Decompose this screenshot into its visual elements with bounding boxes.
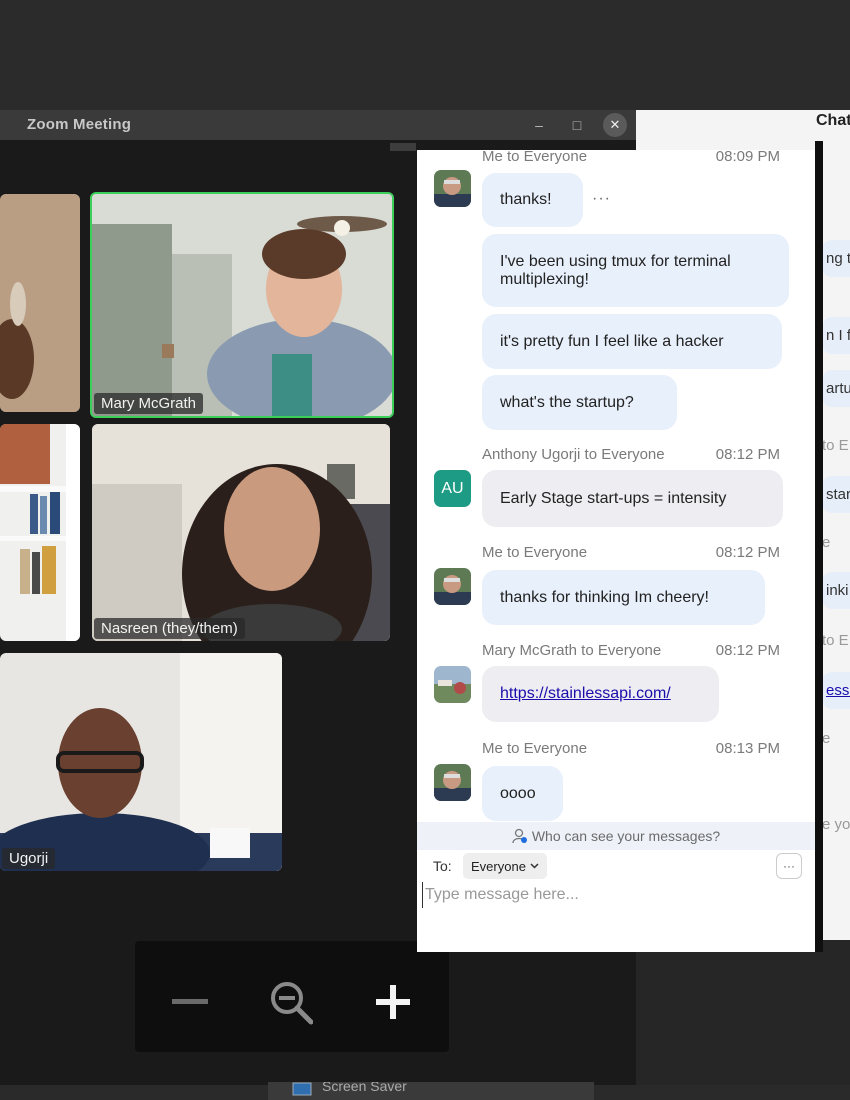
desktop-background — [0, 0, 850, 110]
person-visibility-icon — [512, 828, 527, 844]
window-title: Zoom Meeting — [27, 116, 132, 133]
message-time: 08:12 PM — [715, 446, 780, 463]
video-feed — [92, 424, 390, 641]
maximize-button[interactable]: □ — [563, 110, 591, 140]
chat-message[interactable]: I've been using tmux for terminal multip… — [482, 234, 789, 307]
window-edge — [815, 141, 823, 952]
recipient-select[interactable]: Everyone — [463, 853, 547, 879]
chevron-down-icon — [530, 863, 539, 869]
me-avatar — [434, 568, 471, 605]
video-tile[interactable]: Nasreen (they/them) — [92, 424, 390, 641]
video-tile[interactable]: Ugorji — [0, 653, 282, 871]
visibility-text: Who can see your messages? — [531, 828, 721, 844]
message-time: 08:12 PM — [715, 642, 780, 659]
participant-name: Nasreen (they/them) — [94, 618, 245, 639]
taskbar-item[interactable]: Screen Saver — [268, 1082, 594, 1100]
to-label: To: — [433, 858, 452, 874]
chat-message[interactable]: thanks for thinking Im cheery! — [482, 570, 765, 625]
chat-message[interactable]: it's pretty fun I feel like a hacker — [482, 314, 782, 369]
close-button[interactable]: ✕ — [603, 113, 627, 137]
background-chat-fragment: e — [822, 730, 831, 747]
taskbar-label: Screen Saver — [322, 1082, 407, 1094]
minus-icon[interactable] — [167, 979, 213, 1025]
participant-name: Mary McGrath — [94, 393, 204, 414]
video-feed — [0, 194, 80, 412]
background-chat-fragment: to E — [822, 632, 849, 649]
background-chat-fragment: artu — [822, 370, 850, 407]
participant-name: Ugorji — [2, 848, 56, 869]
background-chat-title: Chat — [816, 112, 850, 129]
background-chat-fragment: inki — [822, 572, 850, 609]
video-tile-active-speaker[interactable]: Mary McGrath — [90, 192, 394, 418]
magnifier-zoom-out-icon[interactable] — [267, 979, 313, 1025]
background-chat-fragment: essa — [822, 672, 850, 709]
me-avatar — [434, 764, 471, 801]
message-time: 08:12 PM — [715, 544, 780, 561]
plus-icon[interactable] — [370, 979, 416, 1025]
message-input[interactable] — [422, 882, 805, 908]
chat-message[interactable]: oooo — [482, 766, 563, 821]
sender-label: Mary McGrath to Everyone — [482, 642, 662, 659]
chat-message[interactable]: Early Stage start-ups = intensity — [482, 470, 783, 527]
chat-more-button[interactable]: ··· — [776, 853, 802, 879]
video-tile[interactable] — [0, 194, 80, 412]
recipient-value: Everyone — [471, 858, 526, 874]
sender-label: Me to Everyone — [482, 150, 588, 165]
chat-panel: Me to Everyone 08:09 PM thanks! ··· I've… — [417, 150, 815, 952]
background-chat-fragment: start — [822, 476, 850, 513]
background-chat-fragment: e — [822, 534, 831, 551]
background-chat-fragment: n I f — [822, 317, 850, 354]
sender-label: Me to Everyone — [482, 740, 588, 757]
background-chat-fragment: e yo — [822, 816, 850, 833]
message-visibility-info[interactable]: Who can see your messages? — [417, 822, 815, 850]
title-bar[interactable]: Zoom Meeting – □ ✕ — [0, 110, 636, 140]
sender-label: Me to Everyone — [482, 544, 588, 561]
chat-message[interactable]: thanks! — [482, 173, 583, 227]
video-feed — [0, 653, 282, 871]
screen-saver-icon — [292, 1082, 312, 1096]
message-time: 08:13 PM — [715, 740, 780, 757]
mary-avatar — [434, 666, 471, 703]
video-feed — [92, 194, 392, 416]
video-feed — [0, 424, 80, 641]
sender-label: Anthony Ugorji to Everyone — [482, 446, 665, 463]
zoom-controls-toolbar — [135, 941, 449, 1052]
scrollbar[interactable] — [390, 143, 416, 151]
anthony-avatar: AU — [434, 470, 471, 507]
background-chat-fragment: to E — [822, 437, 849, 454]
background-chat-fragment: ng t — [822, 240, 850, 277]
message-time: 08:09 PM — [715, 150, 780, 165]
video-tile[interactable] — [0, 424, 80, 641]
more-options-icon[interactable]: ··· — [592, 190, 611, 208]
minimize-button[interactable]: – — [525, 110, 553, 140]
chat-message[interactable]: what's the startup? — [482, 375, 677, 430]
me-avatar — [434, 170, 471, 207]
chat-link-message[interactable]: https://stainlessapi.com/ — [482, 666, 719, 722]
